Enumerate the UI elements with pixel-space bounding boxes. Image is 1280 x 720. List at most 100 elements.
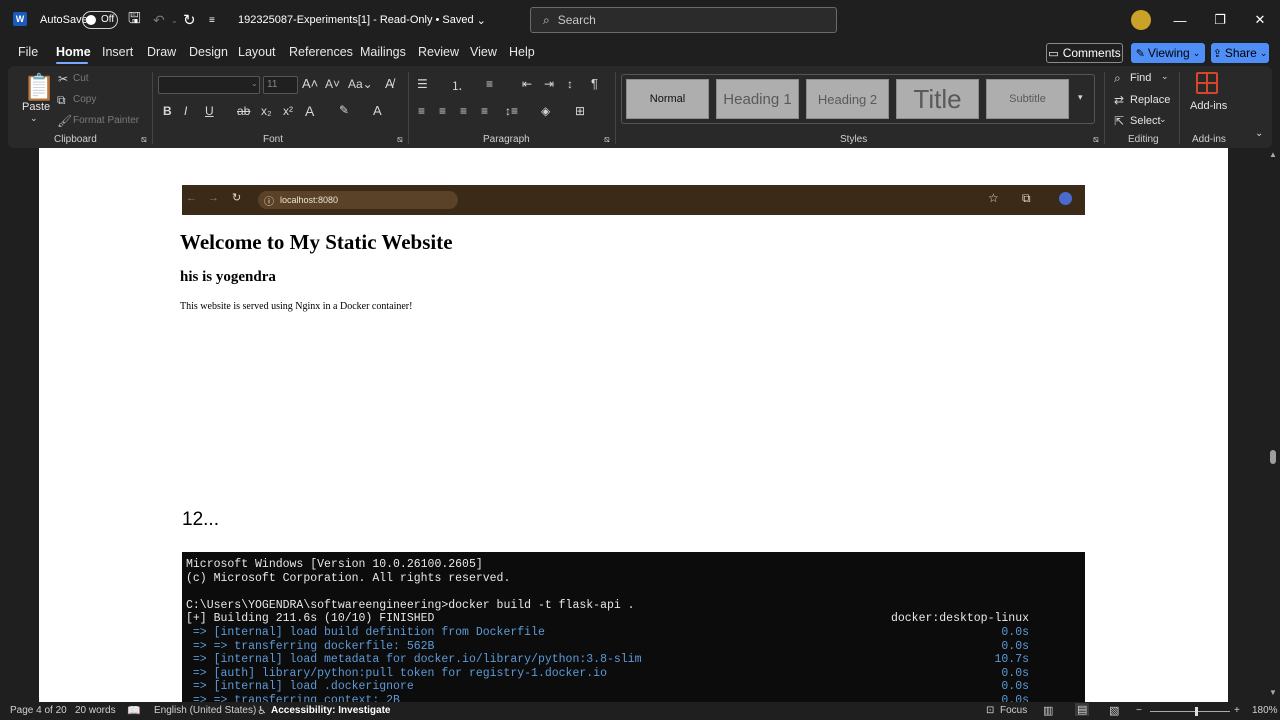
styles-launcher-icon[interactable]: ⧅ [1093,134,1099,145]
tab-help[interactable]: Help [509,45,535,59]
scroll-down-icon[interactable]: ▼ [1269,688,1277,697]
comments-button[interactable]: ▭ Comments [1046,43,1123,63]
tab-mailings[interactable]: Mailings [360,45,406,59]
align-left-icon[interactable]: ≡ [418,104,425,118]
format-painter-button[interactable]: Format Painter [73,115,139,126]
page-count[interactable]: Page 4 of 20 [10,705,67,716]
text-effects-icon[interactable]: A [305,103,314,119]
multilevel-list-icon[interactable]: ≡ [486,77,493,91]
web-layout-icon[interactable]: ▧ [1109,704,1119,717]
paste-dropdown-icon[interactable]: ⌄ [30,113,38,124]
tab-file[interactable]: File [18,45,38,59]
replace-button[interactable]: Replace [1130,94,1170,106]
redo-icon[interactable]: ↻ [183,0,196,40]
grow-font-icon[interactable]: A˄ [302,76,318,91]
align-right-icon[interactable]: ≡ [460,104,467,118]
style-title[interactable]: Title [896,79,979,119]
autosave-toggle[interactable]: Off [82,11,118,29]
change-case-icon[interactable]: Aa⌄ [348,77,373,91]
avatar[interactable] [1131,10,1151,30]
accessibility-status[interactable]: Accessibility: Investigate [271,705,391,716]
comments-label: Comments [1062,46,1121,60]
addins-button[interactable]: Add-ins [1190,100,1227,112]
strikethrough-icon[interactable]: ab [237,104,250,118]
zoom-slider[interactable] [1150,711,1230,712]
collapse-ribbon-icon[interactable]: ⌄ [1255,128,1263,139]
zoom-out-icon[interactable]: − [1136,705,1142,716]
font-launcher-icon[interactable]: ⧅ [397,134,403,145]
proofing-icon[interactable]: 📖 [127,704,141,717]
zoom-slider-thumb[interactable] [1195,707,1198,716]
share-button[interactable]: ⇪ Share ⌄ [1211,43,1269,63]
read-mode-icon[interactable]: ▥ [1043,704,1053,717]
terminal-line-timing: 0.0s [1001,694,1029,702]
style-heading-2[interactable]: Heading 2 [806,79,889,119]
bold-icon[interactable]: B [163,104,172,118]
scroll-up-icon[interactable]: ▲ [1269,150,1277,159]
tab-design[interactable]: Design [189,45,228,59]
numbering-icon[interactable]: ⒈ [451,77,463,94]
tab-view[interactable]: View [470,45,497,59]
paste-button[interactable]: Paste [22,101,50,113]
language-indicator[interactable]: English (United States) [154,705,256,716]
select-chevron-icon[interactable]: ⌄ [1159,114,1167,125]
italic-icon[interactable]: I [184,104,187,118]
quick-access-customize-icon[interactable]: ≡ [209,0,215,40]
scroll-thumb[interactable] [1270,450,1276,464]
font-color-icon[interactable]: A [373,103,382,118]
sort-icon[interactable]: ↕ [567,77,573,91]
zoom-in-icon[interactable]: + [1234,705,1240,716]
tab-review[interactable]: Review [418,45,459,59]
undo-dropdown-icon[interactable]: ⌄ [171,0,178,40]
increase-indent-icon[interactable]: ⇥ [544,77,554,91]
document-page[interactable]: ← → ↻ ⓘ localhost:8080 ☆ ⧉ Welcome to My… [39,148,1228,702]
line-spacing-icon[interactable]: ↕≡ [505,104,518,118]
shrink-font-icon[interactable]: A˅ [325,77,340,91]
search-input[interactable]: ⌕ Search [530,7,837,33]
find-chevron-icon[interactable]: ⌄ [1161,71,1169,82]
focus-button[interactable]: Focus [1000,705,1027,716]
zoom-level[interactable]: 180% [1252,705,1278,716]
tab-references[interactable]: References [289,45,353,59]
copy-button[interactable]: Copy [73,94,96,105]
close-button[interactable]: ✕ [1240,0,1280,40]
addins-icon[interactable] [1196,72,1218,94]
font-size-field[interactable]: 11 [263,76,298,94]
show-marks-icon[interactable]: ¶ [591,76,598,91]
bullets-icon[interactable]: ☰ [417,77,428,91]
paragraph-launcher-icon[interactable]: ⧅ [604,134,610,145]
style-heading-1[interactable]: Heading 1 [716,79,799,119]
tab-layout[interactable]: Layout [238,45,276,59]
tab-insert[interactable]: Insert [102,45,133,59]
tab-draw[interactable]: Draw [147,45,176,59]
document-title[interactable]: 192325087-Experiments[1] - Read-Only • S… [238,0,486,40]
subscript-icon[interactable]: x₂ [261,104,272,118]
maximize-button[interactable]: ❐ [1200,0,1240,40]
minimize-button[interactable]: — [1160,0,1200,40]
decrease-indent-icon[interactable]: ⇤ [522,77,532,91]
shading-icon[interactable]: ◈ [541,104,550,118]
style-subtitle[interactable]: Subtitle [986,79,1069,119]
styles-more-icon[interactable]: ▾ [1078,92,1083,103]
cut-button[interactable]: Cut [73,73,89,84]
undo-icon[interactable]: ↶ [153,0,165,40]
word-count[interactable]: 20 words [75,705,116,716]
save-icon[interactable]: 🖫 [128,0,141,40]
tab-home[interactable]: Home [56,45,91,59]
viewing-button[interactable]: ✎ Viewing ⌄ [1131,43,1205,63]
superscript-icon[interactable]: x² [283,104,293,118]
align-center-icon[interactable]: ≡ [439,104,446,118]
print-layout-icon[interactable]: ▤ [1075,703,1090,716]
highlight-color-icon[interactable]: ✎ [339,103,349,117]
style-normal[interactable]: Normal [626,79,709,119]
vertical-scrollbar[interactable]: ▲ ▼ [1266,148,1280,702]
clear-formatting-icon[interactable]: A̸ [385,76,394,91]
underline-icon[interactable]: U [205,104,214,118]
clipboard-launcher-icon[interactable]: ⧅ [141,134,147,145]
paste-icon[interactable]: 📋 [23,72,55,103]
borders-icon[interactable]: ⊞ [575,104,585,118]
justify-icon[interactable]: ≡ [481,104,488,118]
font-name-field[interactable] [158,76,260,94]
select-button[interactable]: Select [1130,115,1161,127]
find-button[interactable]: Find [1130,72,1151,84]
